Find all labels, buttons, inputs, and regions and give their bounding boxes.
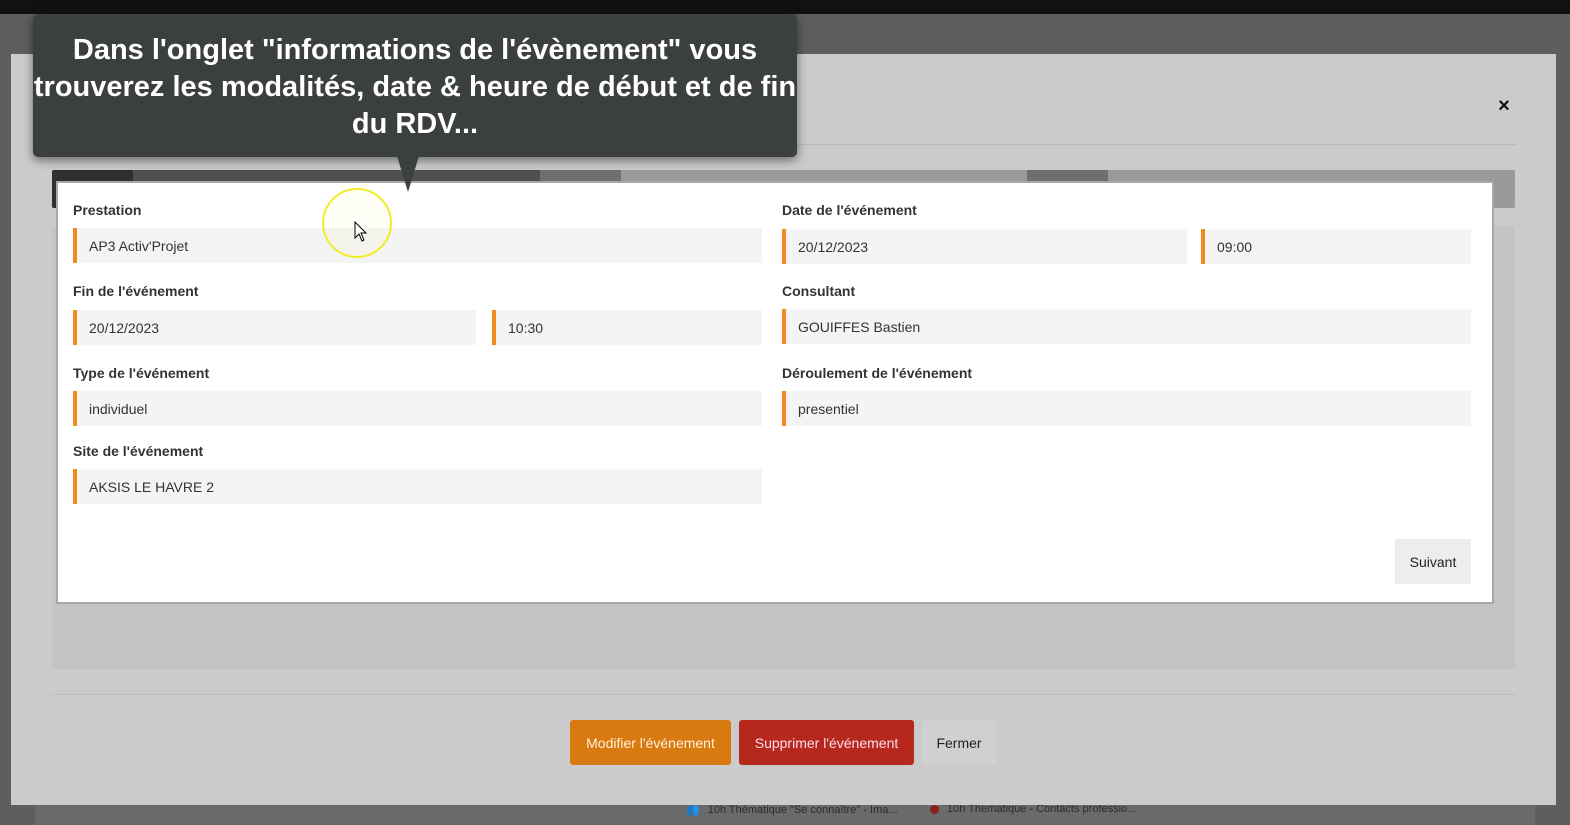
close-button[interactable]: Fermer: [922, 720, 996, 765]
deroulement-field[interactable]: presentiel: [782, 391, 1471, 426]
start-time-field[interactable]: 09:00: [1201, 229, 1471, 264]
consultant-field[interactable]: GOUIFFES Bastien: [782, 309, 1471, 344]
deroulement-label: Déroulement de l'événement: [782, 365, 973, 381]
date-event-label: Date de l'événement: [782, 202, 917, 218]
end-date-field[interactable]: 20/12/2023: [73, 310, 476, 345]
end-time-field[interactable]: 10:30: [492, 310, 762, 345]
type-field[interactable]: individuel: [73, 391, 762, 426]
close-icon[interactable]: ×: [1494, 96, 1514, 116]
prestation-label: Prestation: [73, 202, 142, 218]
site-label: Site de l'événement: [73, 443, 204, 459]
mouse-cursor-icon: [354, 221, 368, 242]
edit-event-button[interactable]: Modifier l'événement: [570, 720, 731, 765]
start-date-field[interactable]: 20/12/2023: [782, 229, 1187, 264]
next-button[interactable]: Suivant: [1395, 539, 1471, 584]
status-dot-icon: [930, 804, 939, 814]
end-event-label: Fin de l'événement: [73, 283, 199, 299]
footer-divider: [51, 694, 1516, 695]
event-info-form: Prestation AP3 Activ'Projet Fin de l'évé…: [56, 181, 1494, 604]
prestation-field[interactable]: AP3 Activ'Projet: [73, 228, 762, 263]
tutorial-tooltip: Dans l'onglet "informations de l'évèneme…: [33, 14, 797, 157]
delete-event-button[interactable]: Supprimer l'événement: [739, 720, 914, 765]
site-field[interactable]: AKSIS LE HAVRE 2: [73, 469, 762, 504]
tooltip-pointer: [397, 156, 419, 192]
consultant-label: Consultant: [782, 283, 856, 299]
type-label: Type de l'événement: [73, 365, 210, 381]
